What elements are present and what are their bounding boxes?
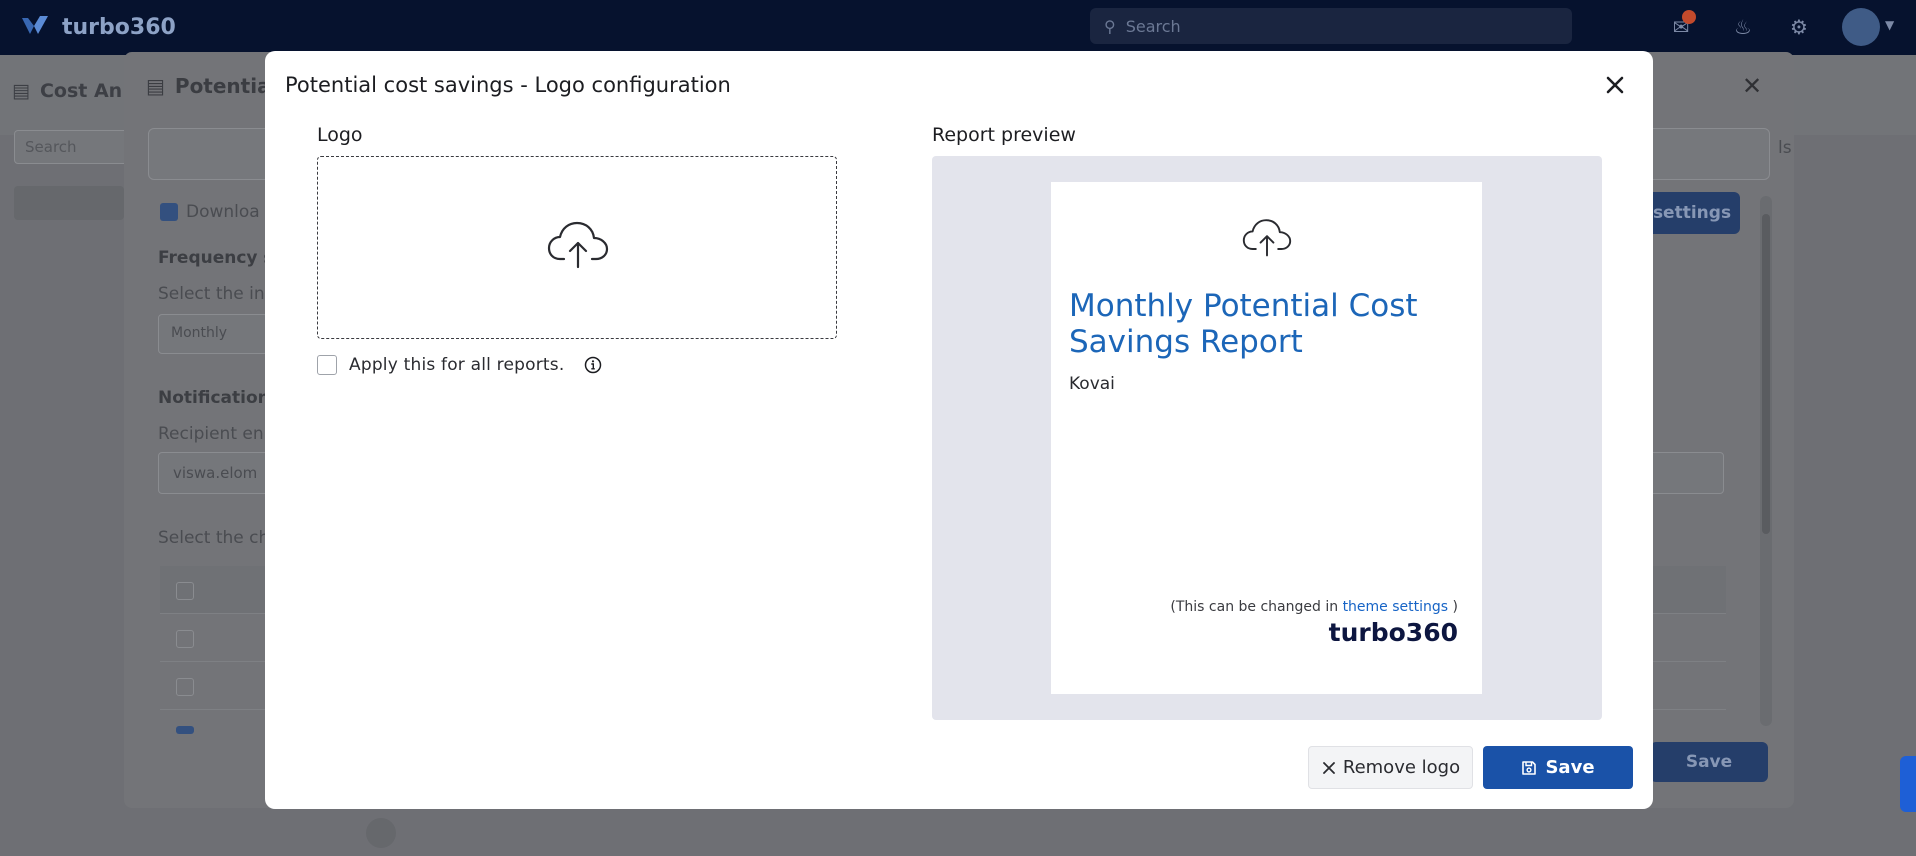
background-close-icon[interactable]: ✕ bbox=[1742, 72, 1762, 100]
background-download-checkbox[interactable] bbox=[160, 203, 178, 221]
report-preview-area: Monthly Potential Cost Savings Report Ko… bbox=[932, 156, 1602, 720]
background-row-checkbox[interactable] bbox=[176, 726, 194, 734]
background-filter-pill[interactable] bbox=[14, 186, 124, 220]
notification-badge bbox=[1682, 10, 1696, 24]
logo-upload-dropzone[interactable] bbox=[317, 156, 837, 339]
brand-name: turbo360 bbox=[62, 14, 176, 40]
preview-brand-logo: turbo360 bbox=[1328, 618, 1458, 647]
preview-report-heading: Monthly Potential Cost Savings Report bbox=[1069, 288, 1418, 360]
background-avatar bbox=[366, 818, 396, 848]
background-save-button[interactable]: Save bbox=[1650, 742, 1768, 782]
save-button[interactable]: Save bbox=[1483, 746, 1633, 789]
save-label: Save bbox=[1545, 757, 1595, 778]
remove-logo-label: Remove logo bbox=[1342, 757, 1461, 778]
background-interval-label: Select the in bbox=[158, 284, 265, 304]
dialog-title: Potential cost savings - Logo configurat… bbox=[285, 73, 731, 97]
background-recipient-label: Recipient en bbox=[158, 424, 264, 444]
preview-note-suffix: ) bbox=[1448, 599, 1458, 615]
search-icon: ⚲ bbox=[1104, 16, 1116, 36]
background-row-checkbox[interactable] bbox=[176, 630, 194, 648]
bell-icon[interactable]: ♨ bbox=[1730, 14, 1756, 40]
preview-organization: Kovai bbox=[1069, 374, 1115, 394]
report-preview-page: Monthly Potential Cost Savings Report Ko… bbox=[1051, 182, 1482, 694]
report-icon: ▤ bbox=[146, 74, 165, 98]
apply-all-label: Apply this for all reports. bbox=[349, 355, 565, 375]
theme-settings-link[interactable]: theme settings bbox=[1343, 599, 1449, 615]
background-frequency-heading: Frequency s bbox=[158, 248, 274, 268]
turbo360-logo-icon bbox=[22, 16, 48, 34]
background-scrollbar-thumb[interactable] bbox=[1762, 214, 1770, 534]
background-row-checkbox[interactable] bbox=[176, 678, 194, 696]
background-channel-label: Select the ch bbox=[158, 528, 270, 548]
top-navigation-bar: turbo360 ⚲ Search ✉ ♨ ⚙ ▼ bbox=[0, 0, 1916, 55]
brand[interactable]: turbo360 bbox=[20, 12, 176, 42]
chevron-down-icon[interactable]: ▼ bbox=[1885, 18, 1894, 32]
background-page-title: ▤ Cost An bbox=[12, 80, 123, 102]
preview-note-prefix: (This can be changed in bbox=[1170, 599, 1343, 615]
logo-label: Logo bbox=[317, 124, 363, 146]
background-search-input[interactable]: Search bbox=[14, 130, 134, 164]
background-download-label: Downloa bbox=[186, 202, 260, 222]
cloud-upload-icon bbox=[1242, 219, 1292, 257]
close-icon bbox=[1322, 761, 1335, 774]
background-settings-button[interactable]: settings bbox=[1644, 192, 1740, 234]
logo-configuration-dialog: Potential cost savings - Logo configurat… bbox=[265, 51, 1653, 809]
background-notification-heading: Notification bbox=[158, 388, 270, 408]
cloud-upload-icon bbox=[547, 221, 609, 269]
cost-analyzer-icon: ▤ bbox=[12, 80, 30, 102]
global-search-input[interactable]: ⚲ Search bbox=[1090, 8, 1572, 44]
background-panel-title: ▤ Potentia bbox=[146, 74, 271, 98]
preview-theme-note: (This can be changed in theme settings ) bbox=[1170, 599, 1458, 615]
gear-icon[interactable]: ⚙ bbox=[1786, 14, 1812, 40]
background-monthly-select[interactable]: Monthly bbox=[158, 314, 268, 354]
remove-logo-button[interactable]: Remove logo bbox=[1308, 746, 1473, 789]
close-icon[interactable] bbox=[1601, 71, 1629, 99]
background-right-text: ls bbox=[1778, 138, 1792, 158]
background-row-checkbox[interactable] bbox=[176, 582, 194, 600]
info-icon[interactable] bbox=[584, 356, 602, 374]
user-avatar[interactable] bbox=[1842, 8, 1880, 46]
report-preview-label: Report preview bbox=[932, 124, 1076, 146]
save-icon bbox=[1522, 760, 1537, 775]
feedback-side-tab[interactable] bbox=[1900, 756, 1916, 812]
apply-all-row: Apply this for all reports. bbox=[317, 355, 602, 375]
apply-all-checkbox[interactable] bbox=[317, 355, 337, 375]
global-search-placeholder: Search bbox=[1125, 16, 1181, 36]
